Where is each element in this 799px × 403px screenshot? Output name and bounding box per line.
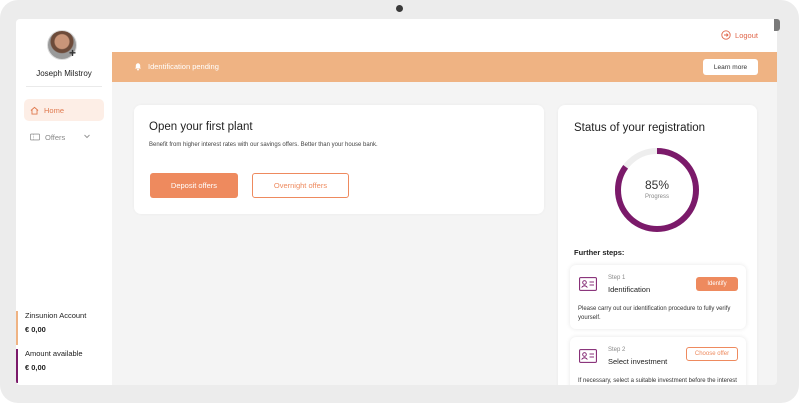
ticket-icon: [30, 133, 40, 141]
sidebar: + Joseph Milstroy Home Offers Zinsunion …: [16, 19, 112, 385]
sidebar-item-offers[interactable]: Offers: [24, 127, 104, 147]
step-name: Select investment: [608, 357, 668, 366]
account-label: Zinsunion Account: [25, 311, 87, 320]
plant-description: Benefit from higher interest rates with …: [149, 142, 378, 148]
identify-button[interactable]: Identify: [696, 277, 738, 291]
app-screen: + Joseph Milstroy Home Offers Zinsunion …: [16, 19, 777, 385]
logout-button[interactable]: Logout: [721, 30, 758, 40]
sidebar-item-label: Home: [44, 105, 65, 115]
available-bar: [16, 349, 18, 383]
account-balance: Zinsunion Account € 0,00: [16, 311, 112, 345]
step-number: Step 2: [608, 347, 626, 353]
home-icon: [30, 106, 39, 115]
account-bar: [16, 311, 18, 345]
account-value: € 0,00: [25, 325, 46, 334]
bell-icon: [135, 63, 141, 71]
logout-icon: [721, 30, 731, 40]
choose-offer-button[interactable]: Choose offer: [686, 347, 738, 361]
step-description: If necessary, select a suitable investme…: [578, 378, 737, 384]
id-card-icon: [579, 277, 597, 291]
deposit-offers-button[interactable]: Deposit offers: [150, 173, 238, 198]
step-number: Step 1: [608, 275, 626, 281]
overnight-offers-button[interactable]: Overnight offers: [252, 173, 349, 198]
available-label: Amount available: [25, 349, 83, 358]
further-steps-heading: Further steps:: [574, 248, 625, 257]
plus-icon[interactable]: +: [69, 47, 76, 59]
step-card-identification: Step 1 Identification Identify Please ca…: [570, 265, 746, 329]
step-name: Identification: [608, 285, 651, 294]
status-title: Status of your registration: [574, 122, 706, 134]
id-card-icon: [579, 349, 597, 363]
chevron-down-icon[interactable]: [83, 132, 91, 140]
banner-message: Identification pending: [134, 62, 219, 71]
step-card-select-investment: Step 2 Select investment Choose offer If…: [570, 337, 746, 385]
logout-label: Logout: [735, 30, 758, 40]
user-name: Joseph Milstroy: [36, 69, 92, 78]
camera-dot: [396, 5, 403, 12]
device-side-button: [774, 19, 780, 31]
sidebar-item-home[interactable]: Home: [24, 99, 104, 121]
sidebar-item-label: Offers: [45, 132, 66, 142]
banner-text: Identification pending: [148, 62, 219, 71]
amount-available: Amount available € 0,00: [16, 349, 112, 383]
device-frame: + Joseph Milstroy Home Offers Zinsunion …: [0, 0, 799, 403]
sidebar-divider: [26, 86, 102, 87]
progress-label: Progress: [644, 194, 669, 200]
identification-banner: Identification pending Learn more: [112, 52, 777, 82]
progress-value: 85%: [644, 178, 670, 192]
plant-title: Open your first plant: [149, 121, 253, 133]
learn-more-button[interactable]: Learn more: [703, 59, 758, 75]
open-plant-card: Open your first plant Benefit from highe…: [134, 105, 544, 214]
top-header: Logout: [112, 19, 777, 52]
step-description: Please carry out our identification proc…: [578, 306, 731, 321]
available-value: € 0,00: [25, 363, 46, 372]
registration-status-card: Status of your registration 85% Progress…: [558, 105, 757, 385]
